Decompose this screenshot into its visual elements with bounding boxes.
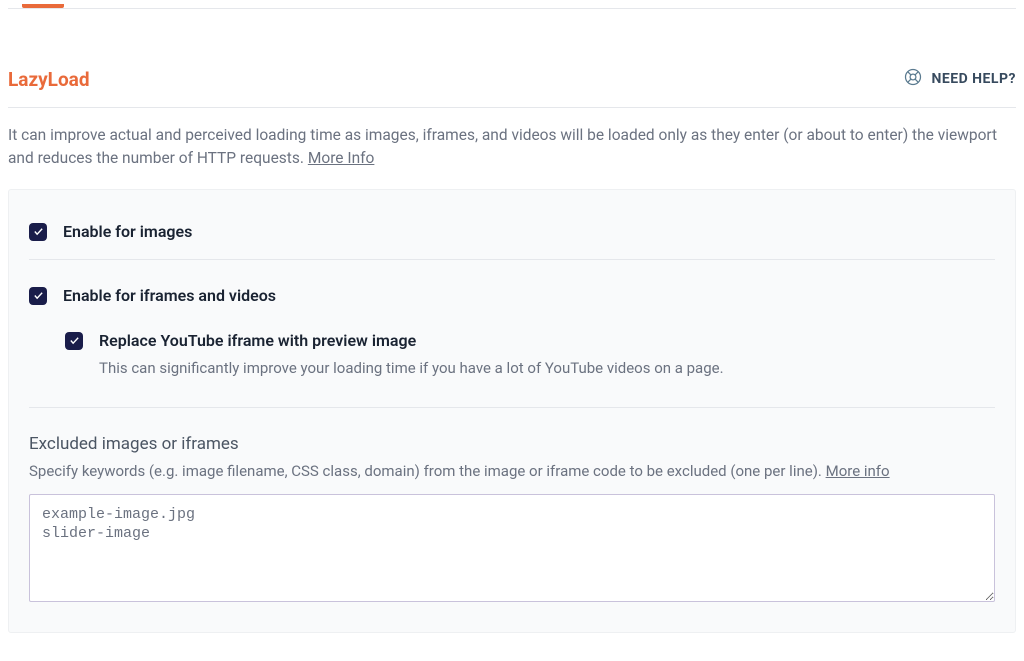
excluded-title: Excluded images or iframes [29, 434, 995, 454]
checkbox-replace-youtube[interactable] [65, 332, 83, 350]
option-desc-replace-youtube: This can significantly improve your load… [99, 358, 995, 379]
option-label-enable-images: Enable for images [63, 222, 995, 241]
excluded-description-text: Specify keywords (e.g. image filename, C… [29, 462, 826, 480]
section-title: LazyLoad [8, 68, 90, 91]
option-replace-youtube: Replace YouTube iframe with preview imag… [29, 323, 995, 408]
excluded-group: Excluded images or iframes Specify keywo… [29, 430, 995, 606]
lifebuoy-icon [903, 67, 923, 91]
option-text: Enable for iframes and videos [63, 286, 995, 305]
section-description: It can improve actual and perceived load… [8, 108, 1016, 189]
top-divider [8, 8, 1016, 9]
option-label-enable-iframes: Enable for iframes and videos [63, 286, 995, 305]
need-help-label: NEED HELP? [931, 71, 1016, 87]
need-help-link[interactable]: NEED HELP? [903, 67, 1016, 91]
excluded-description: Specify keywords (e.g. image filename, C… [29, 462, 995, 480]
section-description-text: It can improve actual and perceived load… [8, 126, 997, 167]
section-header: LazyLoad NEED HELP? [8, 9, 1016, 108]
option-label-replace-youtube: Replace YouTube iframe with preview imag… [99, 331, 995, 350]
check-icon [33, 286, 44, 305]
option-text: Enable for images [63, 222, 995, 241]
excluded-textarea[interactable] [29, 494, 995, 602]
excluded-more-info-link[interactable]: More info [826, 462, 890, 480]
check-icon [69, 331, 80, 350]
option-enable-images: Enable for images [29, 214, 995, 260]
checkbox-enable-iframes[interactable] [29, 287, 47, 305]
active-tab-indicator [22, 4, 64, 8]
settings-panel: Enable for images Enable for iframes and… [8, 189, 1016, 633]
option-text: Replace YouTube iframe with preview imag… [99, 331, 995, 379]
check-icon [33, 222, 44, 241]
checkbox-enable-images[interactable] [29, 223, 47, 241]
more-info-link[interactable]: More Info [308, 149, 375, 167]
option-enable-iframes: Enable for iframes and videos [29, 278, 995, 323]
